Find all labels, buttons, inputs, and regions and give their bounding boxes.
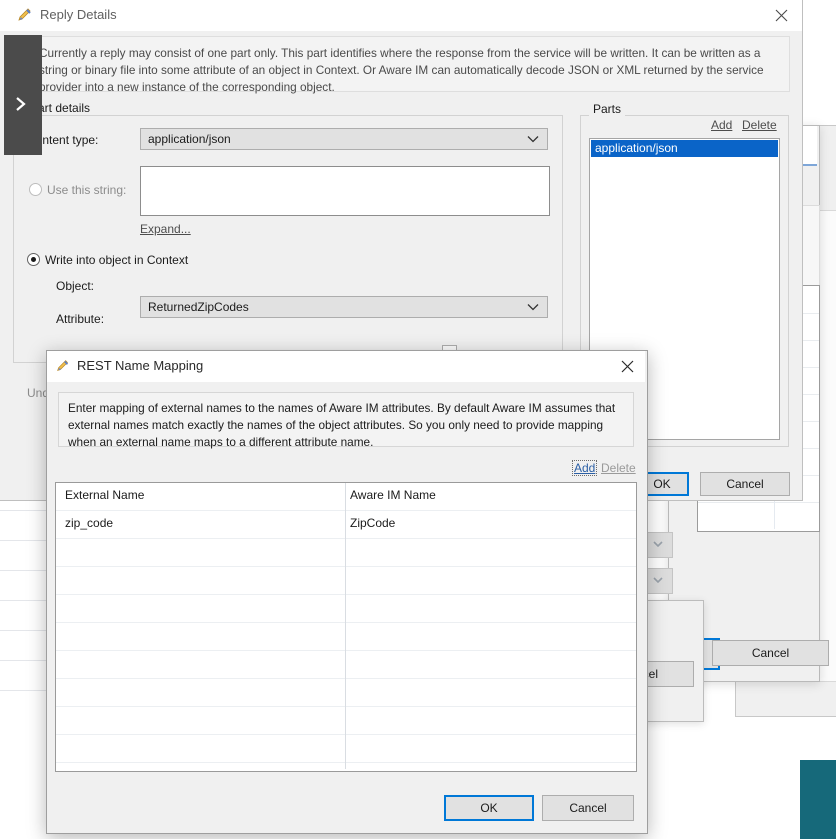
table-row-empty[interactable]: [56, 679, 636, 707]
object-label: Object:: [56, 279, 95, 293]
rest-delete-link[interactable]: Delete: [601, 461, 636, 475]
rest-cancel-button[interactable]: Cancel: [542, 795, 634, 821]
column-header-external-name: External Name: [65, 488, 145, 502]
parts-add-link[interactable]: Add: [711, 118, 732, 132]
table-header-row: External Name Aware IM Name: [56, 483, 636, 511]
radio-indicator: [29, 183, 42, 196]
close-icon[interactable]: [760, 0, 802, 31]
object-value: ReturnedZipCodes: [148, 300, 249, 314]
table-row-empty[interactable]: [56, 623, 636, 651]
table-row[interactable]: zip_code ZipCode: [56, 511, 636, 539]
rest-ok-button[interactable]: OK: [444, 795, 534, 821]
rest-name-mapping-title: REST Name Mapping: [77, 358, 204, 373]
aware-im-icon: [55, 358, 71, 374]
table-row-empty[interactable]: [56, 595, 636, 623]
cell-external-name: zip_code: [65, 516, 114, 530]
background-teal-block-bottom: [800, 760, 836, 839]
object-combo[interactable]: ReturnedZipCodes: [140, 296, 548, 318]
aware-im-icon: [16, 6, 34, 24]
table-row-empty[interactable]: [56, 651, 636, 679]
content-type-combo[interactable]: application/json: [140, 128, 548, 150]
chevron-right-icon[interactable]: [14, 95, 28, 113]
chevron-down-icon: [527, 300, 539, 314]
reply-details-titlebar: [0, 0, 802, 31]
list-item[interactable]: application/json: [591, 140, 778, 157]
cell-aware-im-name: ZipCode: [350, 516, 396, 530]
write-into-object-radio[interactable]: [27, 253, 40, 269]
reply-details-title: Reply Details: [40, 7, 117, 22]
column-header-aware-im-name: Aware IM Name: [350, 488, 436, 502]
expand-link[interactable]: Expand...: [140, 222, 191, 236]
rest-mapping-table[interactable]: External Name Aware IM Name zip_code Zip…: [55, 482, 637, 772]
background-dropdown-2[interactable]: [645, 568, 673, 594]
rest-table-column-separator: [345, 483, 346, 769]
table-row-empty[interactable]: [56, 763, 636, 771]
content-type-value: application/json: [148, 132, 231, 146]
use-this-string-label: Use this string:: [47, 183, 127, 197]
radio-indicator: [27, 253, 40, 266]
parts-legend: Parts: [589, 102, 626, 116]
table-row-empty[interactable]: [56, 735, 636, 763]
use-this-string-radio[interactable]: [29, 183, 42, 199]
attribute-label: Attribute:: [56, 312, 105, 326]
use-this-string-textarea[interactable]: [140, 166, 550, 216]
background-dropdown-1[interactable]: [645, 532, 673, 558]
reply-details-description: Currently a reply may consist of one par…: [28, 36, 790, 94]
chevron-down-icon: [527, 132, 539, 146]
parts-delete-link[interactable]: Delete: [742, 118, 777, 132]
rest-add-link[interactable]: Add: [572, 460, 598, 476]
background-table-row-line: [698, 502, 819, 503]
background-window-2-cancel-button[interactable]: Cancel: [712, 640, 829, 666]
reply-details-cancel-button[interactable]: Cancel: [700, 472, 790, 496]
write-into-object-label: Write into object in Context: [45, 253, 189, 267]
table-row-empty[interactable]: [56, 539, 636, 567]
table-row-empty[interactable]: [56, 567, 636, 595]
rest-name-mapping-description: Enter mapping of external names to the n…: [58, 392, 634, 449]
rest-add-link-label: Add: [572, 460, 598, 476]
close-icon[interactable]: [608, 351, 646, 382]
table-row-empty[interactable]: [56, 707, 636, 735]
